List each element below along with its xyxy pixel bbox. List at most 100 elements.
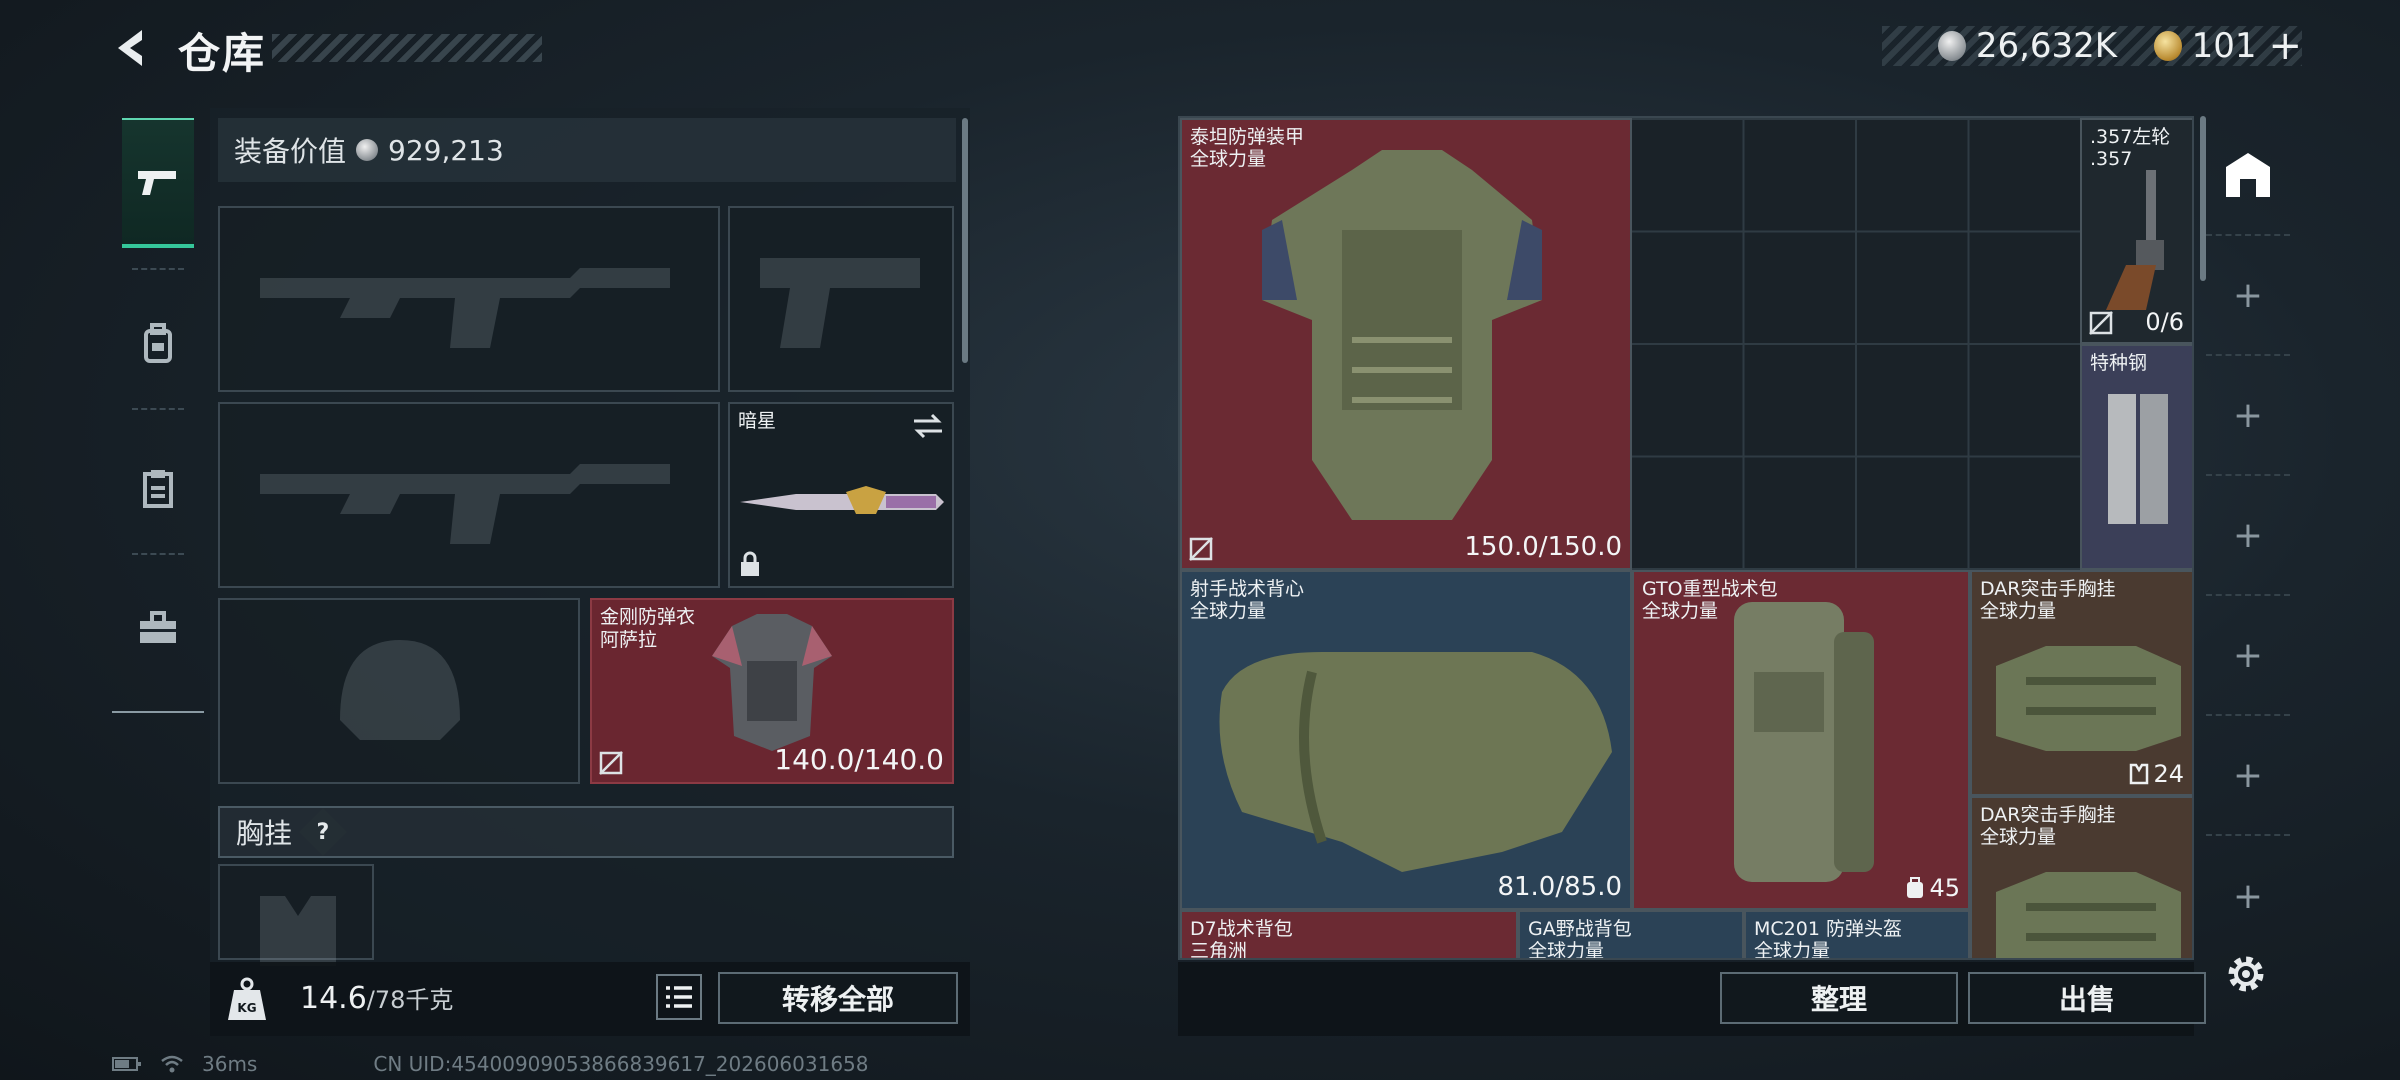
title-decoration bbox=[272, 34, 542, 62]
chest-rig-slot[interactable] bbox=[218, 864, 374, 966]
pistol-icon bbox=[138, 171, 176, 195]
armor-vest-image bbox=[712, 614, 832, 751]
nav-item-toolbox[interactable] bbox=[122, 563, 194, 693]
chest-rig-header: 胸挂 ? bbox=[218, 806, 954, 858]
page-title: 仓库 bbox=[178, 29, 267, 78]
transfer-all-button[interactable]: 转移全部 bbox=[718, 972, 958, 1024]
item-durability: 81.0/85.0 bbox=[1497, 872, 1622, 902]
stash-tab-home[interactable] bbox=[2206, 116, 2290, 236]
currency-bar: 26,632K 101 + bbox=[1882, 23, 2302, 69]
item-title: D7战术背包 bbox=[1190, 918, 1293, 940]
item-faction: 三角洲 bbox=[1190, 940, 1248, 960]
item-name: DAR突击手胸挂 全球力量 bbox=[1980, 804, 2116, 848]
backpack-image bbox=[1734, 602, 1874, 882]
nav-separator bbox=[132, 553, 184, 555]
ping-value: 36ms bbox=[202, 1052, 258, 1076]
carry-weight-value: 14.6 bbox=[300, 981, 367, 1016]
carry-weight: 14.6/78千克 bbox=[300, 980, 453, 1016]
stash-tabs-sidebar: + + + + + + bbox=[2206, 116, 2290, 960]
stash-item-special-steel[interactable]: 特种钢 bbox=[2080, 344, 2192, 570]
armor-name-line1: 金刚防弹衣 bbox=[600, 606, 696, 628]
nav-item-weapons[interactable] bbox=[122, 118, 194, 248]
stash-item-marksman-vest[interactable]: 射手战术背心 全球力量 81.0/85.0 bbox=[1180, 570, 1632, 910]
help-icon: ? bbox=[316, 819, 330, 845]
pistol-silhouette-icon bbox=[760, 258, 920, 348]
item-title: .357左轮 bbox=[2090, 126, 2171, 148]
item-faction: 全球力量 bbox=[1754, 940, 1831, 960]
stash-item-dar-chest-rig[interactable]: DAR突击手胸挂 全球力量 bbox=[1970, 796, 2192, 958]
carry-weight-max: /78千克 bbox=[366, 986, 454, 1014]
no-insure-icon bbox=[1189, 537, 1213, 561]
add-stash-tab-button[interactable]: + bbox=[2206, 716, 2290, 836]
stash-item-gto-backpack[interactable]: GTO重型战术包 全球力量 45 bbox=[1632, 570, 1970, 910]
stash-grid: 泰坦防弹装甲 全球力量 150.0/150.0 .357左轮 .357 0/6 … bbox=[1178, 116, 2194, 960]
revolver-image bbox=[2106, 170, 2164, 310]
no-insure-icon bbox=[599, 751, 623, 775]
stash-item-mc201-helmet[interactable]: MC201 防弹头盔 全球力量 bbox=[1744, 910, 1970, 960]
primary-weapon-slot[interactable] bbox=[218, 206, 720, 392]
nav-item-backpack[interactable] bbox=[122, 278, 194, 408]
melee-slot[interactable]: 暗星 bbox=[728, 402, 954, 588]
item-name: DAR突击手胸挂 全球力量 bbox=[1980, 578, 2116, 622]
sell-button[interactable]: 出售 bbox=[1968, 972, 2206, 1024]
item-title: DAR突击手胸挂 bbox=[1980, 804, 2116, 826]
organize-button[interactable]: 整理 bbox=[1720, 972, 1958, 1024]
item-name: MC201 防弹头盔 全球力量 bbox=[1754, 918, 1902, 960]
silver-coin-icon bbox=[1938, 31, 1966, 61]
capacity-count: 45 bbox=[1905, 874, 1960, 902]
add-stash-tab-button[interactable]: + bbox=[2206, 596, 2290, 716]
equipment-value-label: 装备价值 bbox=[234, 135, 347, 168]
add-stash-tab-button[interactable]: + bbox=[2206, 356, 2290, 476]
clipboard-icon bbox=[143, 470, 173, 508]
item-name: 特种钢 bbox=[2090, 352, 2148, 374]
help-button[interactable]: ? bbox=[298, 807, 348, 857]
chest-rig-silhouette-icon bbox=[260, 896, 336, 966]
capacity-value: 45 bbox=[1929, 874, 1960, 902]
rig-small-icon bbox=[2130, 763, 2149, 785]
stash-item-ga-backpack[interactable]: GA野战背包 全球力量 bbox=[1518, 910, 1744, 958]
item-name: GA野战背包 全球力量 bbox=[1528, 918, 1632, 958]
list-icon bbox=[666, 986, 692, 1008]
settings-icon[interactable] bbox=[2222, 950, 2270, 998]
item-faction: 全球力量 bbox=[1980, 826, 2057, 848]
stash-item-d7-backpack[interactable]: D7战术背包 三角洲 bbox=[1180, 910, 1518, 960]
capacity-value: 24 bbox=[2153, 760, 2184, 788]
chest-rig-image bbox=[1996, 872, 2181, 958]
toolbox-icon bbox=[140, 611, 176, 643]
add-currency-button[interactable]: + bbox=[2268, 23, 2302, 69]
item-faction: 全球力量 bbox=[1980, 600, 2057, 622]
silver-currency-value: 26,632K bbox=[1975, 26, 2118, 66]
list-view-button[interactable] bbox=[656, 974, 702, 1020]
body-armor-slot[interactable]: 金刚防弹衣 阿萨拉 140.0/140.0 bbox=[590, 598, 954, 784]
item-name: D7战术背包 三角洲 bbox=[1190, 918, 1293, 960]
item-title: DAR突击手胸挂 bbox=[1980, 578, 2116, 600]
stash-item-titan-armor[interactable]: 泰坦防弹装甲 全球力量 150.0/150.0 bbox=[1180, 118, 1632, 570]
stash-item-dar-chest-rig[interactable]: DAR突击手胸挂 全球力量 24 bbox=[1970, 570, 2192, 796]
svg-text:KG: KG bbox=[237, 1001, 256, 1015]
status-footer: 36ms CN UID:45400909053866839617_2026060… bbox=[112, 1052, 869, 1076]
home-icon bbox=[2226, 153, 2270, 197]
helmet-slot[interactable] bbox=[218, 598, 580, 784]
item-title: GA野战背包 bbox=[1528, 918, 1632, 940]
rifle-silhouette-icon bbox=[260, 464, 670, 544]
ammo-count: 0/6 bbox=[2145, 308, 2184, 336]
loadout-scrollbar[interactable] bbox=[962, 118, 968, 363]
backpack-small-icon bbox=[1907, 877, 1924, 898]
gold-currency-value: 101 bbox=[2191, 26, 2257, 66]
chest-rig-image bbox=[1996, 646, 2181, 751]
swap-icon[interactable] bbox=[912, 412, 944, 440]
secondary-weapon-slot[interactable] bbox=[218, 402, 720, 588]
add-stash-tab-button[interactable]: + bbox=[2206, 476, 2290, 596]
armor-name: 金刚防弹衣 阿萨拉 bbox=[600, 606, 695, 652]
add-stash-tab-button[interactable]: + bbox=[2206, 236, 2290, 356]
stash-item-revolver[interactable]: .357左轮 .357 0/6 bbox=[2080, 118, 2192, 344]
melee-item-name: 暗星 bbox=[738, 410, 777, 432]
capacity-count: 24 bbox=[2129, 760, 2184, 788]
lock-icon bbox=[741, 551, 759, 576]
steel-plates-image bbox=[2108, 394, 2168, 524]
nav-item-inventory[interactable] bbox=[122, 423, 194, 553]
sidearm-slot[interactable] bbox=[728, 206, 954, 392]
back-arrow-icon[interactable] bbox=[108, 24, 156, 72]
add-stash-tab-button[interactable]: + bbox=[2206, 836, 2290, 956]
kg-weight-icon: KG bbox=[228, 977, 266, 1020]
